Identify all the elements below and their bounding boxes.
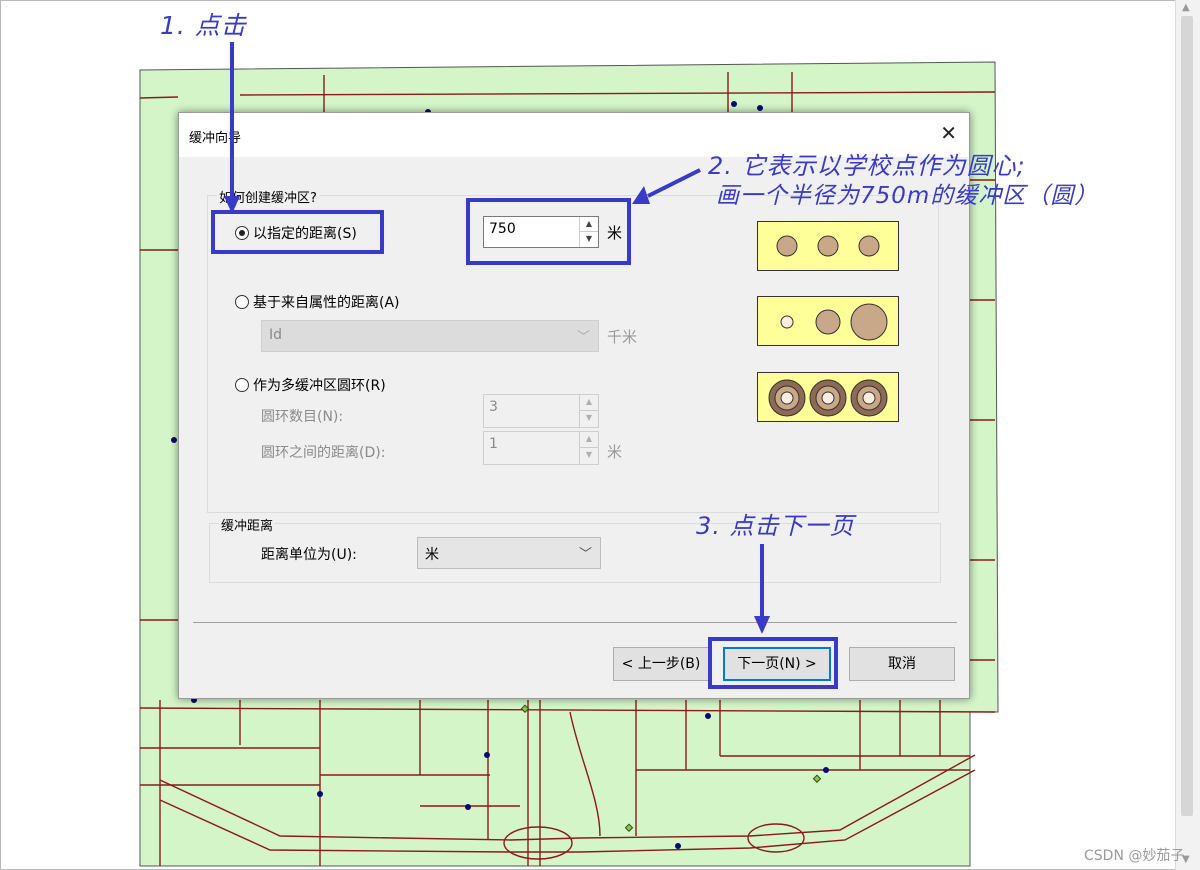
annotation-step2-line2: 画一个半径为750m的缓冲区（圆）	[716, 183, 1099, 209]
scroll-thumb[interactable]	[1181, 16, 1193, 816]
annotation-arrows	[224, 42, 770, 634]
annotation-step3: 3. 点击下一页	[696, 512, 855, 540]
scroll-up-icon[interactable]: ▲	[1182, 2, 1190, 13]
watermark: CSDN @妙茄子	[1084, 848, 1185, 864]
vertical-scrollbar[interactable]: ▲ ▼	[1175, 0, 1200, 870]
annotation-step1: 1. 点击	[160, 11, 247, 40]
